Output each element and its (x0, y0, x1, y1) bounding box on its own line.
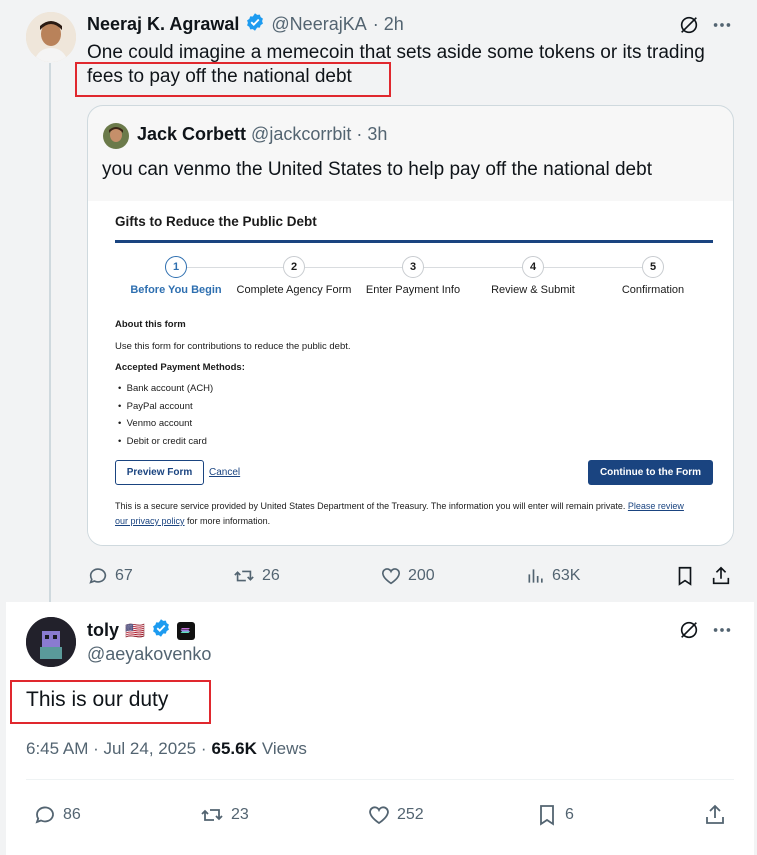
neeraj-avatar[interactable] (26, 12, 76, 62)
form-title: Gifts to Reduce the Public Debt (115, 214, 317, 229)
methods-list: • Bank account (ACH) • PayPal account • … (118, 383, 213, 453)
step-circle: 4 (522, 256, 544, 278)
grok-icon[interactable] (678, 14, 700, 36)
footer-link: Please review (627, 501, 684, 511)
step-circle: 3 (402, 256, 424, 278)
methods-heading: Accepted Payment Methods: (115, 362, 245, 373)
like-count: 252 (397, 806, 424, 823)
retweet-count: 26 (262, 567, 280, 584)
jack-avatar (103, 123, 129, 149)
tweet-meta: 6:45 AM · Jul 24, 2025 · 65.6K Views (26, 739, 307, 759)
author-name[interactable]: Neeraj K. Agrawal (87, 14, 239, 35)
tweet-timestamp[interactable]: 6:45 AM · Jul 24, 2025 · (26, 739, 207, 759)
highlight-box (75, 62, 391, 97)
step-circle: 5 (642, 256, 664, 278)
form-footer: This is a secure service provided by Uni… (115, 499, 715, 529)
step-4: 4 Review & Submit (478, 256, 588, 296)
step-label: Enter Payment Info (365, 284, 461, 296)
step-5: 5 Confirmation (608, 256, 698, 296)
cancel-link: Cancel (209, 467, 241, 478)
main-tweet-header: toly 🇺🇸 (87, 618, 195, 643)
method-item: • Venmo account (118, 418, 193, 429)
reply-count: 86 (63, 806, 81, 823)
parent-tweet-header: Neeraj K. Agrawal @NeerajKA · 2h (87, 12, 404, 37)
bookmark-count: 6 (565, 806, 574, 823)
verified-badge-icon (151, 618, 171, 643)
step-label: Before You Begin (130, 284, 222, 296)
bookmark-icon[interactable] (674, 565, 696, 587)
reply-count: 67 (115, 567, 133, 584)
views-label: Views (261, 739, 307, 758)
share-icon[interactable] (710, 565, 732, 587)
toly-handle[interactable]: @aeyakovenko (87, 644, 211, 665)
thread-line (49, 63, 51, 603)
quoted-author-handle: @jackcorrbit (251, 124, 352, 144)
views-count: 63K (552, 567, 581, 584)
toly-avatar[interactable] (26, 617, 76, 667)
step-circle: 1 (165, 256, 187, 278)
solana-affiliate-icon (176, 621, 195, 640)
retweet-count: 23 (231, 806, 249, 823)
highlight-box (10, 680, 211, 724)
views-count: 65.6K (211, 739, 257, 758)
quoted-author-name: Jack Corbett (137, 124, 247, 144)
like-count: 200 (408, 567, 435, 584)
quoted-tweet-text: you can venmo the United States to help … (102, 159, 652, 180)
privacy-link: our privacy policy (115, 516, 185, 526)
footer-tail: for more information. (187, 516, 271, 526)
author-handle[interactable]: @NeerajKA (271, 14, 366, 35)
share-icon[interactable] (703, 803, 727, 827)
more-options-icon[interactable] (711, 619, 733, 641)
method-item: • Debit or credit card (118, 435, 207, 447)
step-label: Complete Agency Form (236, 284, 352, 296)
step-label: Review & Submit (491, 284, 575, 296)
toly-name[interactable]: toly (87, 620, 119, 641)
reply-button[interactable]: 67 (87, 565, 133, 587)
quoted-tweet-header: Jack Corbett @jackcorrbit · 3h (137, 124, 387, 145)
like-button[interactable]: 200 (380, 565, 435, 587)
more-options-icon[interactable] (711, 14, 733, 36)
step-circle: 2 (283, 256, 305, 278)
form-title-rule (115, 240, 713, 243)
preview-form-button: Preview Form (115, 460, 204, 485)
about-heading: About this form (115, 319, 186, 330)
step-1: 1 Before You Begin (130, 256, 222, 296)
retweet-button[interactable]: 23 (199, 803, 249, 827)
treasury-form-image: Gifts to Reduce the Public Debt 1 Before… (88, 201, 733, 545)
retweet-button[interactable]: 26 (232, 565, 280, 587)
method-item: • Bank account (ACH) (118, 383, 214, 394)
grok-icon[interactable] (678, 619, 700, 641)
method-item: • PayPal account (118, 400, 193, 412)
step-3: 3 Enter Payment Info (358, 256, 468, 296)
continue-button: Continue to the Form (588, 460, 713, 485)
views-button[interactable]: 63K (526, 565, 580, 587)
divider (26, 779, 734, 780)
quoted-tweet-card[interactable]: Jack Corbett @jackcorrbit · 3h you can v… (87, 105, 734, 546)
footer-text: This is a secure service provided by Uni… (115, 501, 626, 511)
like-button[interactable]: 252 (367, 803, 424, 827)
about-text: Use this form for contributions to reduc… (115, 341, 351, 352)
bookmark-button[interactable]: 6 (535, 803, 574, 827)
quoted-tweet-time: · 3h (356, 124, 388, 144)
us-flag-icon: 🇺🇸 (125, 622, 145, 640)
step-label: Confirmation (621, 284, 685, 296)
step-2: 2 Complete Agency Form (234, 256, 354, 296)
reply-button[interactable]: 86 (33, 803, 81, 827)
tweet-time[interactable]: · 2h (373, 14, 404, 35)
verified-badge-icon (245, 12, 265, 37)
